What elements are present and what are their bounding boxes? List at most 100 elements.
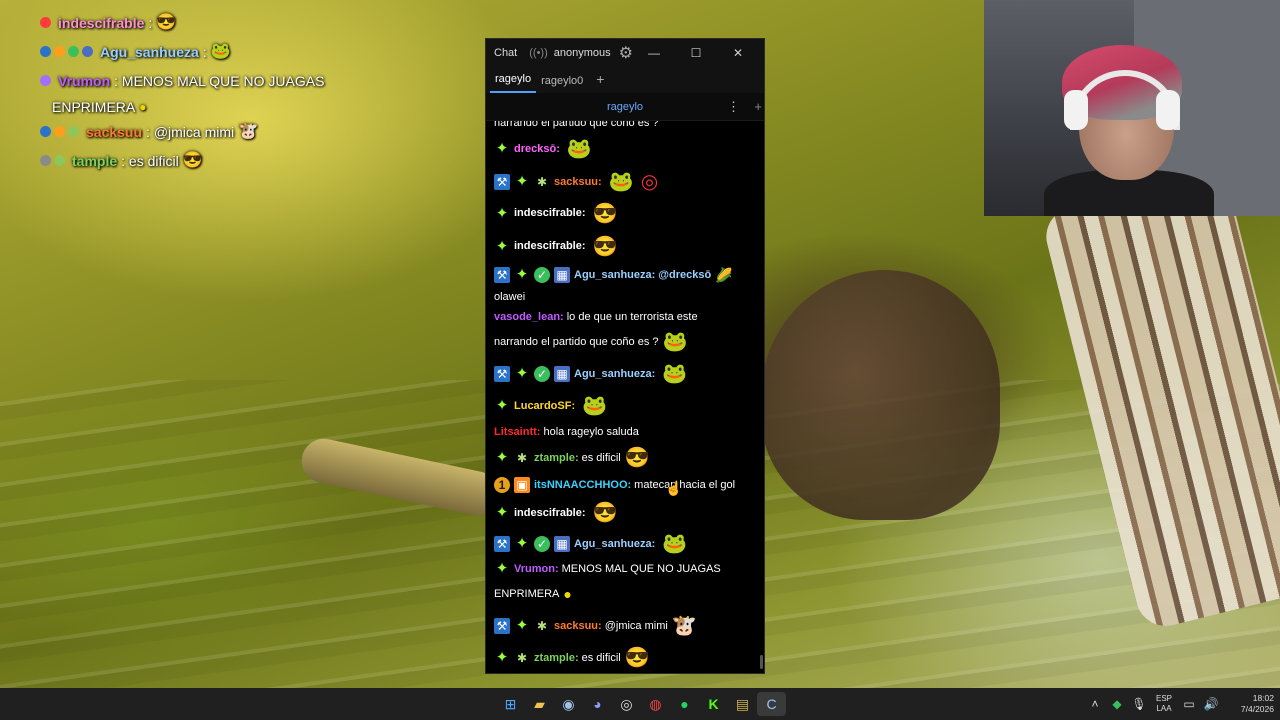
chat-message: ✦ indescifrable: 😎 [494,230,758,263]
username[interactable]: ztample: [534,451,579,466]
pepe-emote: 🐸 [608,171,634,193]
chevron-up-icon[interactable]: ˄ [1084,697,1106,711]
chat-message: ⚒ ✦ ✱ sacksuu: 🐸 ◎ [494,167,758,197]
volume-icon[interactable]: 🔊 [1200,697,1222,711]
username[interactable]: indescifrable: [514,206,586,221]
chrome-icon[interactable]: ◍ [641,692,670,716]
maximize-button[interactable]: ☐ [675,46,717,60]
hammer-badge [40,46,51,57]
message-mention[interactable]: @drecksō [658,268,711,283]
username[interactable]: Litsaintt: [494,425,540,440]
grid-badge: ▦ [554,536,570,552]
shield-icon[interactable]: ◆ [1106,697,1128,711]
chat-message: Litsaintt: hola rageylo saluda [494,421,758,443]
tab-rageylo0[interactable]: rageylo0 [536,75,588,93]
title-bar[interactable]: Chat ((•)) anonymous ⚙ — ☐ ✕ [486,39,764,67]
account-name[interactable]: anonymous [554,47,611,59]
username[interactable]: itsNNAACCHHOO: [534,478,631,493]
bug-badge [54,155,65,166]
star-badge: ✦ [495,140,509,157]
clock[interactable]: 18:02 7/4/2026 [1228,693,1274,715]
window-title: Chat [494,47,518,59]
hammer-badge: ⚒ [494,174,510,190]
chat-message-continuation: narrando el partido que coño es ? 🐸 [494,327,758,357]
username[interactable]: sacksuu: [554,619,602,634]
bug-badge: ✱ [516,651,528,665]
star-badge: ✦ [495,560,509,577]
username[interactable]: Agu_sanhueza: [574,268,655,283]
corn-emote: 🌽 [715,267,733,283]
channel-name[interactable]: rageylo [607,101,643,113]
language-indicator[interactable]: ESP LAA [1150,694,1178,714]
headset-earcup [1064,90,1088,130]
star-badge: ✦ [495,649,509,666]
spotify-icon[interactable]: ● [670,692,699,716]
grid-badge: ▦ [554,267,570,283]
message-list[interactable]: narrando el partido que coño es ? ✦ drec… [486,121,764,673]
overlay-text: : [148,14,153,31]
overlay-message: indescifrable : 😎 [40,8,460,37]
grid-badge [82,46,93,57]
username[interactable]: sacksuu: [554,175,602,190]
scrollbar-thumb[interactable] [760,655,763,669]
chat-message: narrando el partido que coño es ? [494,121,758,131]
overlay-username: Agu_sanhueza [100,43,199,60]
username[interactable]: indescifrable: [514,239,586,254]
network-icon[interactable]: ▭ [1178,697,1200,711]
username[interactable]: drecksō: [514,142,560,157]
clock-date: 7/4/2026 [1240,704,1274,714]
chat-message-continuation: ENPRIMERA ● [494,579,758,609]
add-tab-button[interactable]: + [588,71,612,93]
chatterino-icon[interactable]: C [757,692,786,716]
mic-icon[interactable]: 🎙 [1128,697,1150,711]
bug-badge: ✱ [536,175,548,189]
username[interactable]: LucardoSF: [514,399,575,414]
overlay-text: : @jmica mimi [146,123,235,140]
message-text: narrando el partido que coño es ? [494,335,659,348]
star-badge: ✦ [495,237,509,255]
message-text: olawei [494,290,526,303]
chat-message: ✦ drecksō: 🐸 [494,131,758,167]
username[interactable]: Vrumon: [514,562,559,577]
chat-message: ⚒ ✦ ✓ ▦ Agu_sanhueza: 🐸 [494,529,758,559]
username[interactable]: Agu_sanhueza: [574,367,655,382]
close-button[interactable]: ✕ [717,46,759,60]
tab-rageylo[interactable]: rageylo [490,73,537,93]
pepe-emote: 🐸 [662,363,688,385]
discord-icon[interactable]: ◕ [583,692,612,716]
orange-badge [54,126,65,137]
file-explorer-icon[interactable]: ▰ [525,692,554,716]
username[interactable]: ztample: [534,651,579,666]
username[interactable]: vasode_lean: [494,310,564,325]
message-text: es dificil [581,651,621,664]
windows-taskbar: ⊞ ▰ ◉ ◕ ◎ ◍ ● K ▤ C ˄ ◆ 🎙 ESP LAA ▭ 🔊 18… [0,688,1280,720]
hammer-badge: ⚒ [494,267,510,283]
webcam-feed [984,0,1280,216]
star-badge: ✦ [515,617,529,634]
chat-message: ✦ Vrumon: MENOS MAL QUE NO JUAGAS [494,559,758,579]
chat-message: vasode_lean: lo de que un terrorista est… [494,307,758,327]
yellow-glasses-emote: 😎 [592,235,618,258]
hammer-badge: ⚒ [494,366,510,382]
steam-icon[interactable]: ◉ [554,692,583,716]
channel-header: rageylo ⋮ + [486,93,764,121]
message-text: ENPRIMERA [494,587,560,600]
minimize-button[interactable]: — [633,46,675,60]
split-add-button[interactable]: + [754,99,762,114]
username[interactable]: Agu_sanhueza: [574,537,655,552]
channel-menu-button[interactable]: ⋮ [727,99,740,115]
yellow-glasses-emote: 😎 [624,447,650,469]
overlay-text: : MENOS MAL QUE NO JUAGAS [114,72,325,89]
yellow-glasses-emote: 😎 [156,13,177,31]
kick-icon[interactable]: K [699,692,728,716]
obs-icon[interactable]: ◎ [612,692,641,716]
gear-icon[interactable]: ⚙ [619,43,633,63]
windows-start-icon[interactable]: ⊞ [496,692,525,716]
message-text: MENOS MAL QUE NO JUAGAS [561,562,721,575]
cow-emote: 🐮 [238,122,259,140]
tab-strip: rageylo rageylo0 + [486,67,764,93]
username[interactable]: indescifrable: [514,506,586,521]
language-code: ESP [1155,694,1172,703]
star-badge: ✦ [495,504,509,521]
game-icon[interactable]: ▤ [728,692,757,716]
